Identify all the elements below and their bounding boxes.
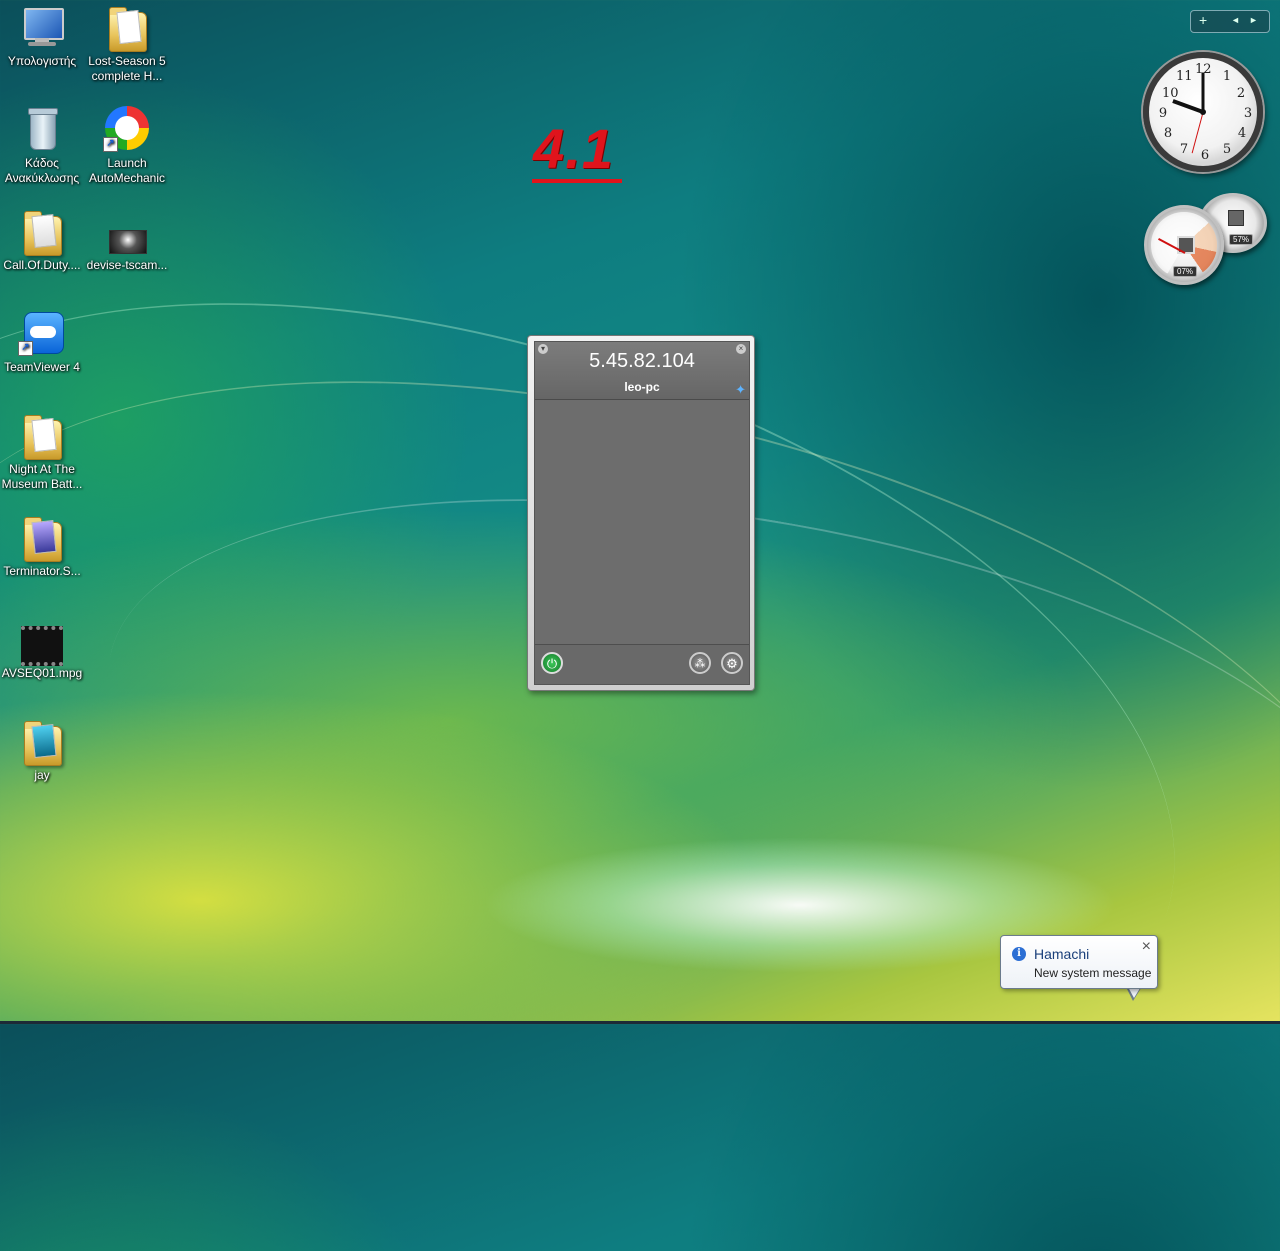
- hamachi-notification-balloon[interactable]: i Hamachi New system message ×: [1000, 935, 1158, 989]
- hamachi-footer: ⏻ ⁂ ⚙: [535, 644, 749, 684]
- desktop-icon-terminator[interactable]: Terminator.S...: [0, 514, 84, 579]
- overlay-underline: [532, 179, 622, 183]
- memory-chip-icon: [1228, 210, 1244, 226]
- hamachi-star-icon[interactable]: ✦: [735, 382, 746, 398]
- recycle-bin-icon: [18, 106, 66, 154]
- hamachi-ip-address: 5.45.82.104: [589, 350, 695, 372]
- desktop-icon-label: AVSEQ01.mpg: [1, 666, 83, 680]
- clock-hour-hand: [1172, 99, 1204, 114]
- desktop-icon-label: Terminator.S...: [3, 564, 81, 578]
- desktop-icon-label: Υπολογιστής: [7, 54, 77, 68]
- info-icon: i: [1012, 947, 1026, 961]
- desktop-icon-label: Call.Of.Duty....: [3, 258, 81, 272]
- desktop-icon-label: Lost-Season 5 complete H...: [88, 54, 166, 83]
- desktop-icon-automechanic[interactable]: ↗ Launch AutoMechanic: [85, 106, 169, 186]
- desktop-icon-night-at-the-museum[interactable]: Night At The Museum Batt...: [0, 412, 84, 492]
- clock-number: 11: [1176, 69, 1193, 84]
- desktop-icon-label: TeamViewer 4: [4, 360, 80, 374]
- folder-icon: [18, 718, 66, 766]
- shortcut-arrow-icon: ↗: [103, 137, 118, 152]
- next-gadget-button[interactable]: ►: [1249, 15, 1258, 25]
- notification-close-button[interactable]: ×: [1142, 938, 1151, 956]
- clock-number: 8: [1163, 126, 1173, 141]
- desktop-icon-lost-season[interactable]: Lost-Season 5 complete H...: [85, 4, 169, 84]
- video-file-icon: [18, 616, 66, 666]
- network-icon: ⁂: [694, 658, 706, 670]
- teamviewer-icon: ↗: [18, 310, 66, 358]
- desktop-icon-label: Κάδος Ανακύκλωσης: [4, 156, 80, 185]
- desktop-icon-label: devise-tscam...: [86, 258, 168, 272]
- desktop-icon-devise-tscam[interactable]: devise-tscam...: [85, 208, 169, 273]
- overlay-version-text: 4.1: [533, 117, 614, 180]
- clock-center: [1200, 109, 1206, 115]
- computer-icon: [18, 4, 66, 52]
- settings-button[interactable]: ⚙: [721, 652, 743, 674]
- clock-gadget[interactable]: 12 1 2 3 4 5 6 7 8 9 10 11: [1143, 52, 1263, 172]
- desktop-icon-label: jay: [34, 768, 50, 782]
- clock-number: 4: [1237, 126, 1247, 141]
- shortcut-arrow-icon: ↗: [18, 341, 33, 356]
- power-icon: ⏻: [546, 656, 558, 671]
- memory-readout: 57%: [1229, 234, 1254, 245]
- clock-number: 6: [1200, 148, 1210, 163]
- hamachi-network-list: [535, 400, 749, 644]
- cpu-meter[interactable]: 07%: [1144, 205, 1224, 285]
- prev-gadget-button[interactable]: ◄: [1231, 15, 1240, 25]
- clock-minute-hand: [1201, 72, 1205, 113]
- cpu-readout: 07%: [1173, 266, 1198, 277]
- automechanic-icon: ↗: [103, 106, 151, 154]
- desktop-icon-teamviewer[interactable]: ↗ TeamViewer 4: [0, 310, 84, 375]
- gadget-toolbar: + ◄ ►: [1190, 10, 1270, 33]
- notification-title: Hamachi: [1034, 946, 1090, 962]
- desktop-icon-computer[interactable]: Υπολογιστής: [0, 4, 84, 69]
- wallpaper-streak: [0, 150, 1275, 1251]
- hamachi-window: ▾ × 5.45.82.104 leo-pc ✦ ⏻ ⁂ ⚙: [527, 335, 755, 691]
- video-file-icon: [103, 208, 151, 256]
- hamachi-header: ▾ × 5.45.82.104 leo-pc ✦: [535, 342, 749, 400]
- notification-message: New system message: [1034, 966, 1152, 980]
- desktop-icon-jay[interactable]: jay: [0, 718, 84, 783]
- folder-icon: [18, 412, 66, 460]
- desktop-icon-label: Night At The Museum Batt...: [1, 462, 83, 491]
- clock-number: 9: [1158, 106, 1168, 121]
- desktop-icon-recycle-bin[interactable]: Κάδος Ανακύκλωσης: [0, 106, 84, 186]
- power-button[interactable]: ⏻: [541, 652, 563, 674]
- desktop-icon-label: Launch AutoMechanic: [88, 156, 166, 185]
- desktop-icon-avseq01[interactable]: AVSEQ01.mpg: [0, 616, 84, 681]
- hamachi-nickname[interactable]: leo-pc: [535, 380, 749, 394]
- clock-number: 5: [1222, 142, 1232, 157]
- networks-button[interactable]: ⁂: [689, 652, 711, 674]
- clock-number: 3: [1243, 106, 1253, 121]
- clock-number: 2: [1236, 86, 1246, 101]
- folder-icon: [103, 4, 151, 52]
- folder-icon: [18, 514, 66, 562]
- add-gadget-button[interactable]: +: [1199, 12, 1207, 28]
- folder-icon: [18, 208, 66, 256]
- clock-number: 1: [1222, 69, 1232, 84]
- clock-number: 7: [1179, 142, 1189, 157]
- desktop-icon-call-of-duty[interactable]: Call.Of.Duty....: [0, 208, 84, 273]
- gear-icon: ⚙: [726, 656, 738, 671]
